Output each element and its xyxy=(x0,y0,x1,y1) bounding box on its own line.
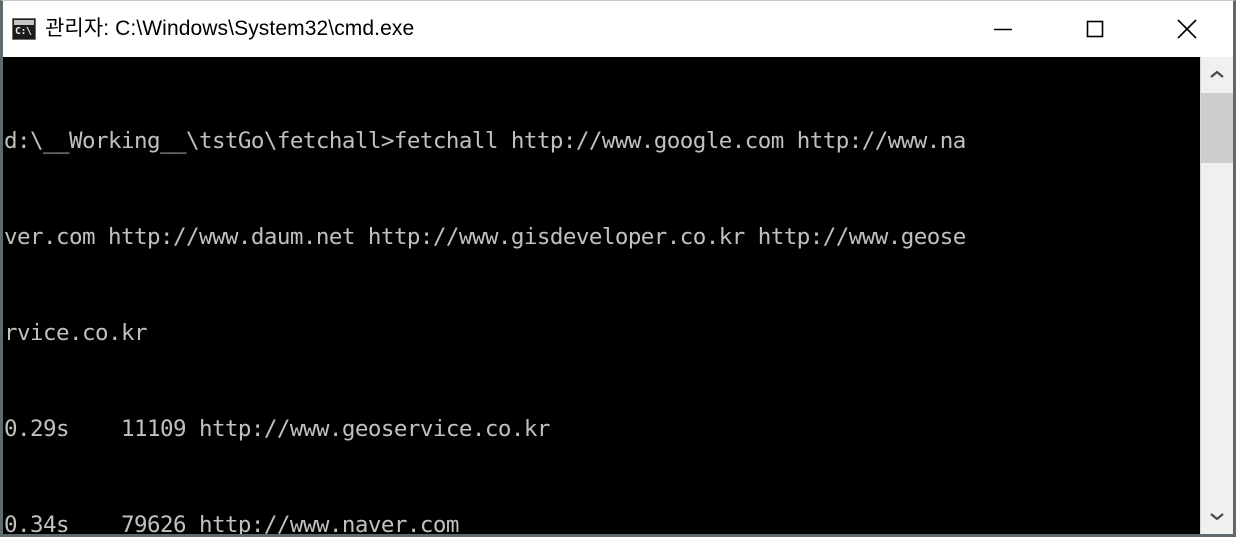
console-area: d:\__Working__\tstGo\fetchall>fetchall h… xyxy=(3,57,1233,534)
cmd-console-icon: C:\ xyxy=(12,18,36,40)
scroll-up-arrow-icon[interactable] xyxy=(1201,57,1233,93)
window-controls xyxy=(957,1,1233,57)
console-output[interactable]: d:\__Working__\tstGo\fetchall>fetchall h… xyxy=(3,57,1200,534)
console-line: d:\__Working__\tstGo\fetchall>fetchall h… xyxy=(4,128,966,154)
console-line: 0.29s 11109 http://www.geoservice.co.kr xyxy=(4,416,550,442)
console-scrollbar[interactable] xyxy=(1200,57,1233,534)
minimize-button[interactable] xyxy=(957,1,1049,57)
scroll-down-arrow-icon[interactable] xyxy=(1201,498,1233,534)
cmd-icon-prompt-text: C:\ xyxy=(15,26,32,37)
scrollbar-thumb[interactable] xyxy=(1201,93,1233,163)
window-title: 관리자: C:\Windows\System32\cmd.exe xyxy=(45,17,415,40)
cmd-window: C:\ 관리자: C:\Windows\System32\cmd.exe d:\… xyxy=(0,0,1236,537)
scrollbar-track[interactable] xyxy=(1201,93,1233,498)
console-line: 0.34s 79626 http://www.naver.com xyxy=(4,512,459,534)
console-line: ver.com http://www.daum.net http://www.g… xyxy=(4,224,966,250)
close-button[interactable] xyxy=(1141,1,1233,57)
maximize-button[interactable] xyxy=(1049,1,1141,57)
console-line: rvice.co.kr xyxy=(4,320,148,346)
window-titlebar[interactable]: C:\ 관리자: C:\Windows\System32\cmd.exe xyxy=(3,1,1233,57)
cmd-icon-titlestrip xyxy=(14,20,34,25)
